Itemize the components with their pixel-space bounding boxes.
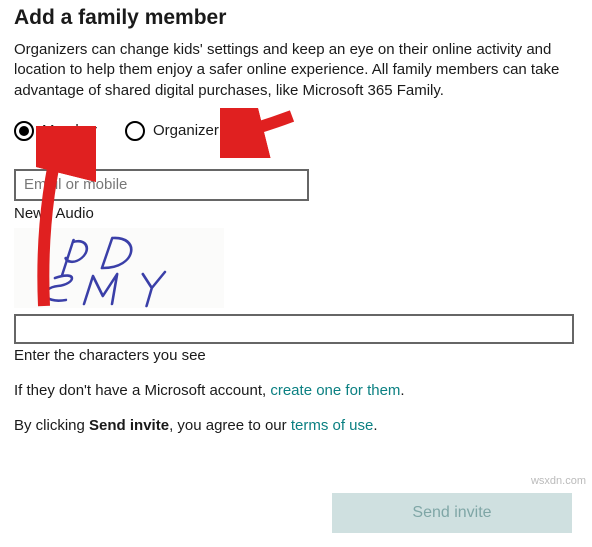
- radio-icon: [125, 121, 145, 141]
- terms-prefix: By clicking: [14, 417, 89, 434]
- terms-text: By clicking Send invite, you agree to ou…: [14, 417, 580, 434]
- radio-icon: [14, 121, 34, 141]
- create-account-link[interactable]: create one for them: [270, 382, 400, 399]
- email-input[interactable]: [14, 169, 309, 201]
- terms-suffix: .: [373, 417, 377, 434]
- send-invite-button[interactable]: Send invite: [332, 493, 572, 533]
- captcha-controls: New | Audio: [14, 205, 580, 222]
- captcha-new-link[interactable]: New: [14, 205, 44, 222]
- no-account-text: If they don't have a Microsoft account, …: [14, 382, 580, 399]
- description-text: Organizers can change kids' settings and…: [14, 40, 574, 101]
- terms-middle: , you agree to our: [169, 417, 291, 434]
- role-member-label: Member: [42, 122, 97, 139]
- captcha-input[interactable]: [14, 314, 574, 344]
- role-radio-group: Member Organizer: [14, 121, 580, 141]
- captcha-separator: |: [44, 205, 55, 222]
- page-title: Add a family member: [14, 6, 580, 30]
- captcha-caption: Enter the characters you see: [14, 347, 580, 364]
- role-organizer-label: Organizer: [153, 122, 219, 139]
- watermark-text: wsxdn.com: [531, 475, 586, 487]
- role-organizer-radio[interactable]: Organizer: [125, 121, 219, 141]
- terms-of-use-link[interactable]: terms of use: [291, 417, 374, 434]
- no-account-suffix: .: [400, 382, 404, 399]
- no-account-prefix: If they don't have a Microsoft account,: [14, 382, 270, 399]
- captcha-image: [14, 228, 224, 308]
- terms-bold: Send invite: [89, 417, 169, 434]
- role-member-radio[interactable]: Member: [14, 121, 97, 141]
- captcha-audio-link[interactable]: Audio: [55, 205, 93, 222]
